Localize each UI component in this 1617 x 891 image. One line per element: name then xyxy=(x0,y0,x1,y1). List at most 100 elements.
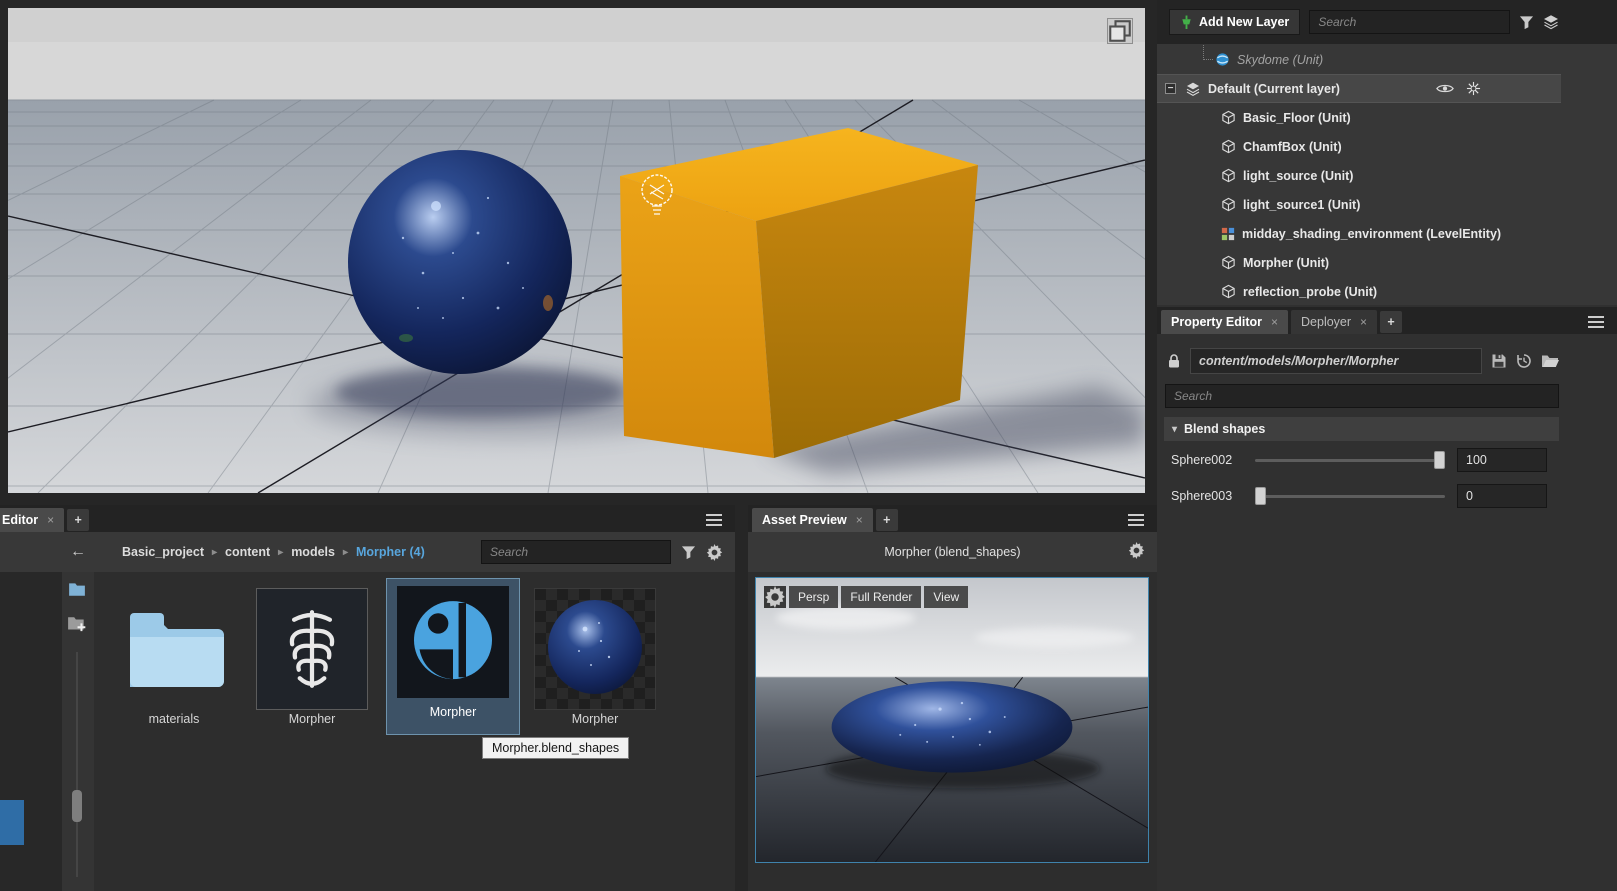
tree-item-light-source1[interactable]: light_source1 (Unit) xyxy=(1157,190,1617,219)
tile-materials-folder[interactable] xyxy=(120,595,228,703)
asset-browser-toolbar: ← Basic_project ▸ content ▸ models ▸ Mor… xyxy=(0,532,735,572)
outliner-search-input[interactable] xyxy=(1309,10,1510,34)
breadcrumb-item[interactable]: models xyxy=(291,545,335,559)
sphere002-slider[interactable] xyxy=(1255,451,1445,469)
preview-title-bar: Morpher (blend_shapes) xyxy=(748,532,1157,572)
slider-handle[interactable] xyxy=(1255,487,1266,505)
tile-morpher-sphere[interactable] xyxy=(534,588,656,710)
close-icon[interactable]: × xyxy=(47,513,54,527)
tile-label[interactable]: Morpher xyxy=(387,705,519,719)
collapse-expander-icon[interactable]: − xyxy=(1165,83,1176,94)
tab-property-editor[interactable]: Property Editor × xyxy=(1161,310,1289,334)
tree-item-label: Basic_Floor (Unit) xyxy=(1243,110,1351,125)
tree-item-reflection-probe[interactable]: reflection_probe (Unit) xyxy=(1157,277,1617,306)
preview-viewport[interactable]: Persp Full Render View xyxy=(755,577,1149,863)
close-icon[interactable]: × xyxy=(1271,315,1278,329)
outliner-layers-button[interactable] xyxy=(1543,14,1559,30)
breadcrumb-item[interactable]: content xyxy=(225,545,270,559)
tab-label: Deployer xyxy=(1301,315,1352,329)
add-layer-label: Add New Layer xyxy=(1199,15,1290,29)
gear-icon xyxy=(1128,542,1145,559)
panel-menu-icon[interactable] xyxy=(706,514,722,526)
asset-preview-panel: Asset Preview × + Morpher (blend_shapes) xyxy=(748,505,1157,891)
preview-settings-button[interactable] xyxy=(1128,542,1145,559)
tree-item-chamfbox[interactable]: ChamfBox (Unit) xyxy=(1157,132,1617,161)
blend-shapes-section-header[interactable]: ▾ Blend shapes xyxy=(1164,417,1559,441)
add-tab-button[interactable]: + xyxy=(1380,311,1403,333)
tile-label[interactable]: Morpher xyxy=(256,712,368,726)
caret-down-icon: ▾ xyxy=(1172,423,1178,435)
sphere003-slider[interactable] xyxy=(1255,487,1445,505)
add-new-layer-button[interactable]: Add New Layer xyxy=(1169,9,1301,35)
preview-title: Morpher (blend_shapes) xyxy=(884,545,1021,559)
persp-button[interactable]: Persp xyxy=(789,586,839,608)
main-3d-viewport[interactable] xyxy=(8,8,1145,493)
asset-tooltip: Morpher.blend_shapes xyxy=(482,737,630,759)
asset-path-input[interactable] xyxy=(1190,348,1482,374)
popout-viewport-button[interactable] xyxy=(1107,18,1133,44)
preview-camera-settings-button[interactable] xyxy=(764,586,786,608)
tree-item-light-source[interactable]: light_source (Unit) xyxy=(1157,161,1617,190)
layer-visibility-button[interactable] xyxy=(1436,81,1454,96)
property-search-input[interactable] xyxy=(1165,384,1559,408)
breadcrumb-item[interactable]: Basic_project xyxy=(122,545,204,559)
breadcrumb: Basic_project ▸ content ▸ models ▸ Morph… xyxy=(122,545,425,559)
breadcrumb-item-current[interactable]: Morpher (4) xyxy=(356,545,425,559)
outliner-filter-button[interactable] xyxy=(1519,15,1534,30)
close-icon[interactable]: × xyxy=(856,513,863,527)
open-folder-button[interactable] xyxy=(1541,354,1559,368)
tab-editor[interactable]: Editor × xyxy=(0,508,65,532)
tile-morpher-blendshapes-selected[interactable]: Morpher xyxy=(386,578,520,735)
history-button[interactable] xyxy=(1516,353,1532,369)
tab-deployer[interactable]: Deployer × xyxy=(1291,310,1378,334)
unit-cube-icon xyxy=(1221,255,1236,270)
close-icon[interactable]: × xyxy=(1360,315,1367,329)
chevron-right-icon: ▸ xyxy=(278,546,284,558)
preview-scene xyxy=(756,578,1148,862)
slider-track[interactable] xyxy=(1255,495,1445,498)
tree-item-skydome[interactable]: Skydome (Unit) xyxy=(1157,45,1617,74)
slider-track[interactable] xyxy=(1255,459,1445,462)
property-editor-tabbar: Property Editor × Deployer × + xyxy=(1157,307,1617,334)
add-tab-button[interactable]: + xyxy=(67,509,90,531)
unit-cube-icon xyxy=(1221,197,1236,212)
sphere002-value-input[interactable] xyxy=(1457,448,1547,472)
panel-menu-icon[interactable] xyxy=(1588,316,1604,328)
chevron-right-icon: ▸ xyxy=(342,546,348,558)
tab-asset-preview[interactable]: Asset Preview × xyxy=(752,508,873,532)
unit-cube-icon xyxy=(1221,139,1236,154)
tree-item-midday-shading[interactable]: midday_shading_environment (LevelEntity) xyxy=(1157,219,1617,248)
unit-cube-icon xyxy=(1221,284,1236,299)
asset-settings-button[interactable] xyxy=(706,544,723,561)
folder-icon xyxy=(68,582,86,597)
chevron-right-icon: ▸ xyxy=(211,546,218,558)
asset-filter-button[interactable] xyxy=(681,545,696,560)
skeleton-icon xyxy=(289,610,335,688)
scrollbar-track[interactable] xyxy=(76,652,78,877)
slider-handle[interactable] xyxy=(1434,451,1445,469)
tile-morpher-skeleton[interactable] xyxy=(256,588,368,710)
sphere003-value-input[interactable] xyxy=(1457,484,1547,508)
asset-browser-tabbar: Editor × + xyxy=(0,505,735,532)
tile-label[interactable]: Morpher xyxy=(534,712,656,726)
lock-icon[interactable] xyxy=(1167,353,1181,369)
layer-freeze-button[interactable] xyxy=(1466,81,1481,96)
view-button[interactable]: View xyxy=(924,586,969,608)
sphere-thumbnail xyxy=(548,600,642,694)
panel-menu-icon[interactable] xyxy=(1128,514,1144,526)
scrollbar-handle[interactable] xyxy=(72,790,82,822)
asset-search-input[interactable] xyxy=(481,540,671,564)
save-button[interactable] xyxy=(1491,353,1507,369)
full-render-button[interactable]: Full Render xyxy=(841,586,922,608)
tree-guide-line xyxy=(1203,45,1204,60)
add-folder-button[interactable] xyxy=(67,616,87,633)
new-folder-button[interactable] xyxy=(68,582,86,597)
selected-folder-chip[interactable] xyxy=(0,800,24,845)
tree-item-default-layer[interactable]: − Default (Current layer) xyxy=(1157,74,1561,103)
tree-item-basic-floor[interactable]: Basic_Floor (Unit) xyxy=(1157,103,1617,132)
back-arrow-button[interactable]: ← xyxy=(70,543,86,561)
tree-item-morpher[interactable]: Morpher (Unit) xyxy=(1157,248,1617,277)
tile-label[interactable]: materials xyxy=(120,712,228,726)
preview-overlay-toolbar: Persp Full Render View xyxy=(764,586,969,608)
add-tab-button[interactable]: + xyxy=(875,509,898,531)
